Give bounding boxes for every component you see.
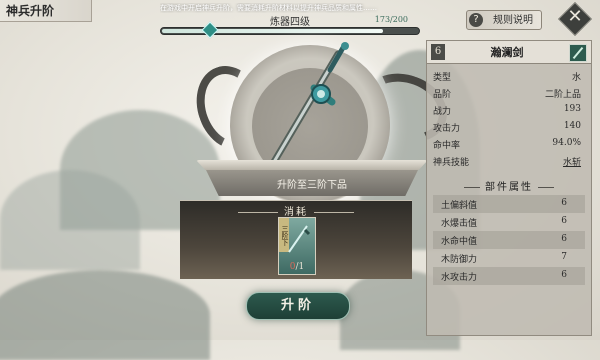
pedestal: 升阶至三阶下品 bbox=[196, 160, 428, 196]
mountain-bottom-left bbox=[0, 270, 210, 360]
grade-badge: 6 bbox=[431, 44, 445, 60]
part-row: 水攻击力 6 bbox=[433, 267, 585, 285]
part-label: 水爆击值 bbox=[441, 219, 478, 229]
rules-label: 规则说明 bbox=[493, 15, 533, 26]
stat-value: 二阶上品 bbox=[544, 90, 581, 100]
part-value: 6 bbox=[561, 216, 567, 226]
upgrade-target-label: 升阶至三阶下品 bbox=[277, 180, 347, 191]
parts-title: 部件属性 bbox=[427, 178, 591, 193]
close-icon: ✕ bbox=[567, 6, 583, 27]
stat-row-skill: 神兵技能 水斩 bbox=[433, 153, 585, 169]
stat-label: 神兵技能 bbox=[433, 158, 470, 168]
stat-value: 193 bbox=[563, 104, 581, 114]
material-need: /1 bbox=[295, 262, 305, 272]
rules-button[interactable]: ? 规则说明 bbox=[466, 10, 542, 30]
close-button[interactable]: ✕ bbox=[558, 2, 592, 36]
stat-row-power: 战力 193 bbox=[433, 102, 585, 118]
cost-panel: 消耗 三阶下 0/1 bbox=[180, 200, 412, 279]
sword-image bbox=[264, 42, 349, 176]
weapon-info-panel: 6 瀚澜剑 类型 水 品阶 二阶上品 战力 193 攻击力 140 命中率 94… bbox=[426, 40, 592, 336]
stat-label: 战力 bbox=[433, 107, 452, 117]
part-label: 水攻击力 bbox=[441, 273, 478, 283]
stat-value: 140 bbox=[563, 121, 581, 131]
part-row: 土偏斜值 6 bbox=[433, 195, 585, 213]
skill-link[interactable]: 水斩 bbox=[563, 155, 581, 168]
part-value: 7 bbox=[561, 252, 567, 262]
level-progress: 炼器四级 173/200 bbox=[160, 13, 420, 39]
stat-label: 命中率 bbox=[433, 141, 461, 151]
part-value: 6 bbox=[561, 270, 567, 280]
cost-title: 消耗 bbox=[180, 203, 412, 218]
upgrade-button[interactable]: 升阶 bbox=[246, 292, 350, 320]
question-icon: ? bbox=[469, 13, 483, 27]
level-bar-fill bbox=[162, 29, 383, 33]
gem-icon bbox=[201, 21, 219, 39]
pedestal-top bbox=[196, 160, 428, 170]
sword-icon bbox=[569, 44, 587, 62]
material-count: 0/1 bbox=[279, 262, 315, 272]
stat-value: 水 bbox=[571, 73, 581, 83]
material-icon bbox=[288, 225, 311, 253]
stat-label: 品阶 bbox=[433, 90, 452, 100]
level-bar bbox=[160, 27, 420, 35]
part-value: 6 bbox=[561, 198, 567, 208]
page-title: 神兵升阶 bbox=[0, 0, 92, 22]
part-label: 木防御力 bbox=[441, 255, 478, 265]
part-row: 水爆击值 6 bbox=[433, 213, 585, 231]
level-count: 173/200 bbox=[374, 15, 408, 24]
stat-value: 94.0% bbox=[552, 138, 581, 148]
part-label: 水命中值 bbox=[441, 237, 478, 247]
stat-row-grade: 品阶 二阶上品 bbox=[433, 85, 585, 101]
stat-label: 类型 bbox=[433, 73, 452, 83]
stat-row-type: 类型 水 bbox=[433, 68, 585, 84]
part-row: 木防御力 7 bbox=[433, 249, 585, 267]
stat-row-hit: 命中率 94.0% bbox=[433, 136, 585, 152]
stat-row-attack: 攻击力 140 bbox=[433, 119, 585, 135]
stat-label: 攻击力 bbox=[433, 124, 461, 134]
notice-text: 在游戏中开启神兵升阶，需要消耗升阶材料以提升神兵品质和属性…… bbox=[160, 4, 377, 12]
part-row: 水命中值 6 bbox=[433, 231, 585, 249]
weapon-header: 6 瀚澜剑 bbox=[427, 41, 591, 64]
weapon-name: 瀚澜剑 bbox=[490, 46, 524, 59]
level-name: 炼器四级 bbox=[270, 17, 310, 28]
part-label: 土偏斜值 bbox=[441, 201, 478, 211]
part-value: 6 bbox=[561, 234, 567, 244]
mountain-left-far bbox=[0, 170, 140, 270]
material-slot[interactable]: 三阶下 0/1 bbox=[278, 217, 316, 275]
